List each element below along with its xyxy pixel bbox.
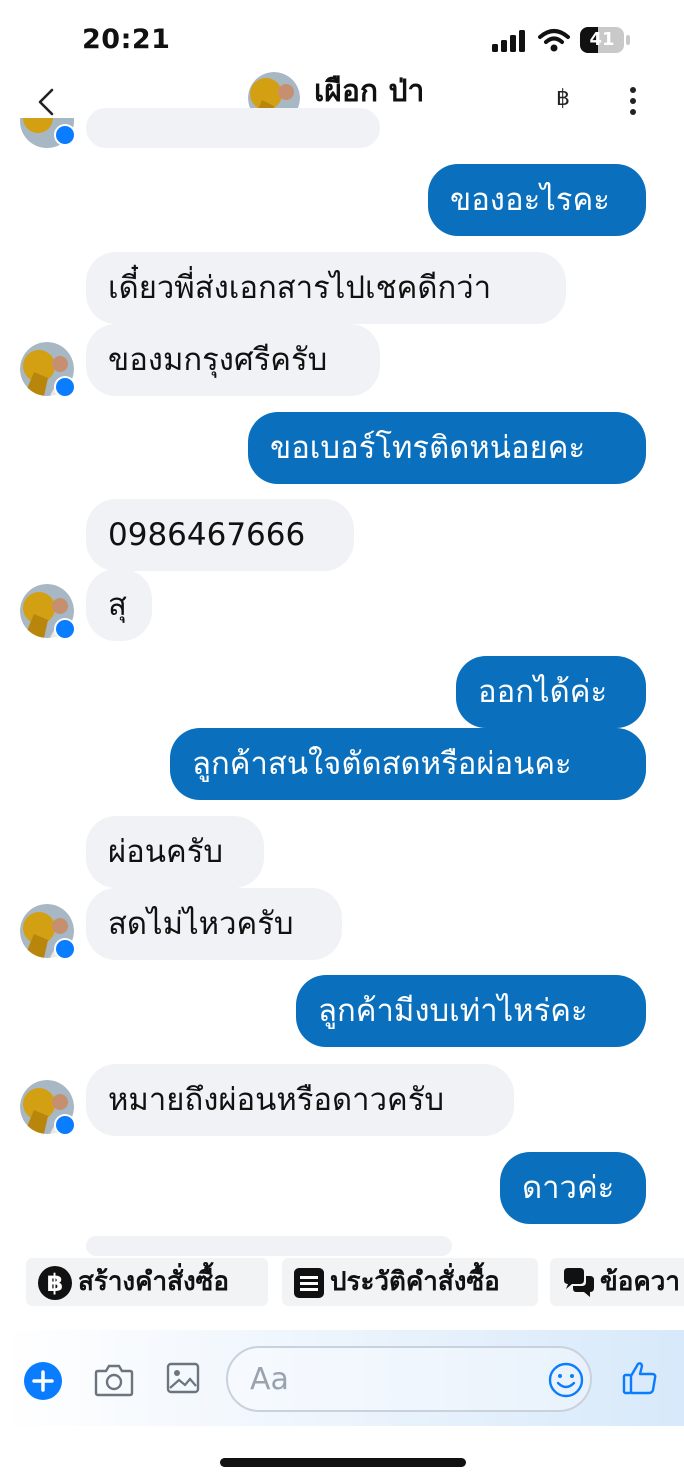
messenger-badge-icon	[54, 618, 76, 640]
outgoing-message[interactable]: ออกได้ค่ะ	[456, 656, 646, 728]
message-input-placeholder: Aa	[250, 1362, 289, 1397]
incoming-message[interactable]: ของมกรุงศรีครับ	[86, 324, 380, 396]
home-indicator	[220, 1458, 466, 1467]
gallery-icon[interactable]	[166, 1360, 200, 1396]
sender-avatar[interactable]	[20, 1080, 76, 1136]
list-icon	[294, 1267, 324, 1298]
thumbs-up-icon[interactable]	[622, 1360, 658, 1396]
plus-icon[interactable]	[24, 1362, 62, 1400]
messenger-badge-icon	[54, 938, 76, 960]
incoming-message[interactable]: สดไม่ไหวครับ	[86, 888, 342, 960]
baht-circle-icon: ฿	[38, 1265, 72, 1300]
messages-label: ข้อควา	[600, 1267, 680, 1297]
partial-message-bubble	[86, 108, 380, 148]
sender-avatar[interactable]	[20, 904, 76, 960]
incoming-message[interactable]: ผ่อนครับ	[86, 816, 264, 888]
chat-bubbles-icon	[564, 1267, 594, 1297]
create-order-label: สร้างคำสั่งซื้อ	[78, 1267, 229, 1297]
incoming-message[interactable]: สุ	[86, 569, 152, 641]
cellular-signal-icon	[492, 30, 525, 52]
outgoing-message[interactable]: ขอเบอร์โทรติดหน่อยคะ	[248, 412, 646, 484]
sender-avatar[interactable]	[20, 584, 76, 640]
svg-text:฿: ฿	[47, 1269, 64, 1297]
camera-icon[interactable]	[94, 1363, 134, 1397]
outgoing-message[interactable]: ลูกค้ามีงบเท่าไหร่คะ	[296, 975, 646, 1047]
more-options-icon[interactable]	[628, 86, 638, 116]
messenger-badge-icon	[54, 1114, 76, 1136]
incoming-message[interactable]: 0986467666	[86, 499, 354, 571]
incoming-message[interactable]: หมายถึงผ่อนหรือดาวครับ	[86, 1064, 514, 1136]
battery-percent: 41	[589, 29, 615, 50]
order-history-button[interactable]: ประวัติคำสั่งซื้อ	[282, 1258, 538, 1306]
message-composer: Aa	[0, 1330, 684, 1426]
status-bar: 20:21 41	[0, 0, 684, 70]
create-order-button[interactable]: ฿ สร้างคำสั่งซื้อ	[26, 1258, 268, 1306]
baht-button[interactable]: ฿	[556, 86, 570, 111]
partial-message-bubble	[86, 1236, 452, 1256]
back-chevron-icon[interactable]	[32, 84, 62, 120]
outgoing-message[interactable]: ลูกค้าสนใจตัดสดหรือผ่อนคะ	[170, 728, 646, 800]
partial-avatar	[20, 118, 74, 148]
incoming-message[interactable]: เดี๋ยวพี่ส่งเอกสารไปเชคดีกว่า	[86, 252, 566, 324]
status-time: 20:21	[82, 24, 171, 55]
messenger-badge-icon	[54, 376, 76, 398]
emoji-icon[interactable]	[548, 1362, 584, 1398]
wifi-icon	[538, 29, 570, 52]
message-input[interactable]: Aa	[226, 1346, 592, 1412]
sender-avatar[interactable]	[20, 342, 76, 398]
outgoing-message[interactable]: ดาวค่ะ	[500, 1152, 646, 1224]
battery-indicator: 41	[580, 27, 632, 53]
order-history-label: ประวัติคำสั่งซื้อ	[330, 1267, 500, 1297]
outgoing-message[interactable]: ของอะไรคะ	[428, 164, 646, 236]
messages-button[interactable]: ข้อควา	[550, 1258, 684, 1306]
